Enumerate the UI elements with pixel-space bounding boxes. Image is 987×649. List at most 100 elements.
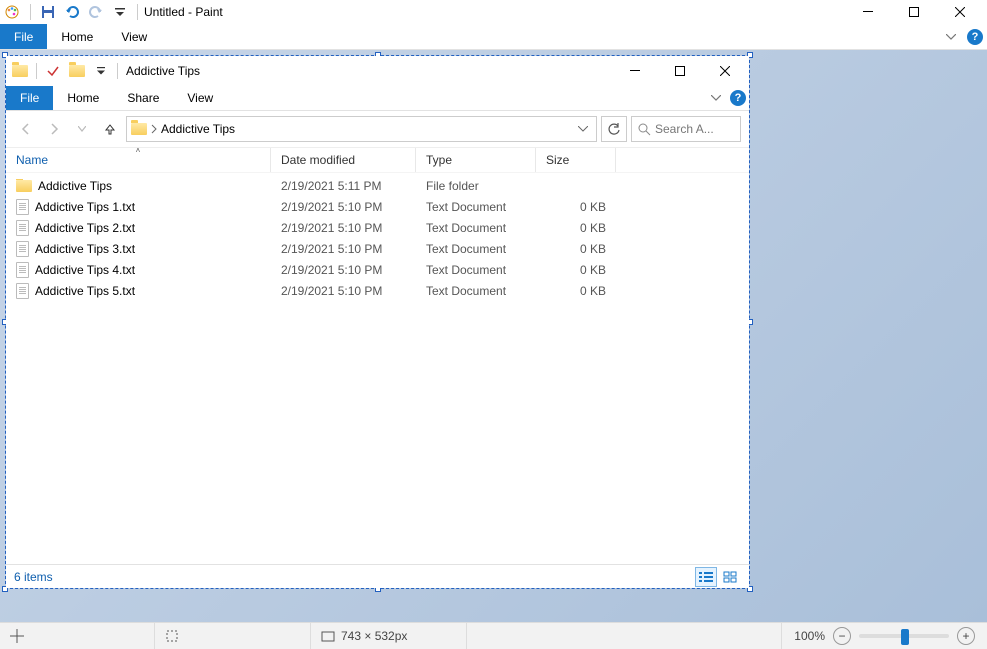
qat-customize-button[interactable]: [109, 1, 131, 23]
explorer-title-bar: Addictive Tips: [6, 56, 749, 86]
file-name: Addictive Tips 1.txt: [35, 200, 135, 214]
refresh-button[interactable]: [601, 116, 627, 142]
file-size: 0 KB: [536, 242, 616, 256]
file-row[interactable]: Addictive Tips 3.txt2/19/2021 5:10 PMTex…: [6, 238, 749, 259]
zoom-slider-thumb[interactable]: [901, 629, 909, 645]
column-header-type[interactable]: Type: [416, 148, 536, 172]
tab-view[interactable]: View: [107, 24, 161, 49]
text-file-icon: [16, 220, 29, 236]
paint-title-bar: Untitled - Paint: [0, 0, 987, 24]
column-header-size[interactable]: Size: [536, 148, 616, 172]
file-row[interactable]: Addictive Tips 5.txt 2/19/2021 5:10 PMTex…: [6, 280, 749, 301]
file-size: [467, 623, 782, 649]
item-count: 6 items: [14, 570, 53, 584]
window-title: Untitled - Paint: [144, 5, 223, 19]
file-name: Addictive Tips 2.txt: [35, 221, 135, 235]
file-row[interactable]: Addictive Tips 4.txt 2/19/2021 5:10 PMTex…: [6, 259, 749, 280]
file-date: 2/19/2021 5:11 PM: [271, 179, 416, 193]
maximize-button[interactable]: [891, 0, 937, 24]
up-button[interactable]: [98, 117, 122, 141]
zoom-slider[interactable]: [859, 634, 949, 638]
file-date: 2/19/2021 5:10 PM: [271, 221, 416, 235]
separator: [30, 4, 31, 20]
qat-customize-button[interactable]: [91, 61, 111, 81]
file-size: 0 KB: [536, 263, 616, 277]
file-date: 2/19/2021 5:10 PM: [271, 242, 416, 256]
selection-icon: [165, 629, 179, 643]
tab-home[interactable]: Home: [53, 86, 113, 110]
separator: [137, 4, 138, 20]
file-type: Text Document: [416, 221, 536, 235]
canvas-size-icon: [321, 629, 335, 643]
search-placeholder: Search A...: [655, 122, 714, 136]
pasted-image-selection[interactable]: Addictive Tips File Home Share View ?: [6, 56, 749, 588]
zoom-controls: 100% − +: [782, 627, 987, 645]
paint-canvas-area[interactable]: Addictive Tips File Home Share View ?: [0, 50, 987, 622]
forward-button[interactable]: [42, 117, 66, 141]
search-input[interactable]: Search A...: [631, 116, 741, 142]
file-row[interactable]: Addictive Tips 1.txt 2/19/2021 5:10 PMTex…: [6, 196, 749, 217]
folder-icon: [16, 180, 32, 192]
text-file-icon: [16, 262, 29, 278]
ribbon-collapse-button[interactable]: [939, 24, 963, 49]
file-size: 0 KB: [536, 200, 616, 214]
recent-locations-button[interactable]: [70, 117, 94, 141]
chevron-right-icon: [151, 124, 157, 134]
tab-file[interactable]: File: [0, 24, 47, 49]
tab-file[interactable]: File: [6, 86, 53, 110]
file-name: Addictive Tips 3.txt: [35, 242, 135, 256]
help-button[interactable]: ?: [963, 24, 987, 49]
canvas-size: 743 × 532px: [311, 623, 467, 649]
details-view-button[interactable]: [695, 567, 717, 587]
maximize-button[interactable]: [657, 57, 702, 85]
folder-icon: [67, 61, 87, 81]
explorer-status-bar: 6 items: [6, 564, 749, 588]
quick-access-toolbar: [37, 1, 131, 23]
help-button[interactable]: ?: [727, 86, 749, 110]
file-row[interactable]: Addictive Tips 2/19/2021 5:11 PMFile fold…: [6, 175, 749, 196]
save-button[interactable]: [37, 1, 59, 23]
file-type: File folder: [416, 179, 536, 193]
file-type: Text Document: [416, 284, 536, 298]
tab-view[interactable]: View: [173, 86, 227, 110]
file-name: Addictive Tips 5.txt: [35, 284, 135, 298]
file-name: Addictive Tips 4.txt: [35, 263, 135, 277]
file-size: 0 KB: [536, 221, 616, 235]
zoom-out-button[interactable]: −: [833, 627, 851, 645]
folder-icon: [131, 123, 147, 135]
address-dropdown-button[interactable]: [574, 126, 592, 132]
file-type: Text Document: [416, 200, 536, 214]
file-list[interactable]: Addictive Tips 2/19/2021 5:11 PMFile fold…: [6, 173, 749, 564]
selection-size: [155, 623, 311, 649]
minimize-button[interactable]: [612, 57, 657, 85]
back-button[interactable]: [14, 117, 38, 141]
explorer-ribbon-tabs: File Home Share View ?: [6, 86, 749, 111]
redo-button[interactable]: [85, 1, 107, 23]
close-button[interactable]: [702, 57, 747, 85]
address-bar[interactable]: Addictive Tips: [126, 116, 597, 142]
address-bar-row: Addictive Tips Search A...: [6, 111, 749, 147]
tab-share[interactable]: Share: [113, 86, 173, 110]
window-controls: [845, 0, 983, 24]
file-type: Text Document: [416, 263, 536, 277]
large-icons-view-button[interactable]: [719, 567, 741, 587]
undo-button[interactable]: [61, 1, 83, 23]
cursor-position: [0, 623, 155, 649]
file-name: Addictive Tips: [38, 179, 112, 193]
file-date: 2/19/2021 5:10 PM: [271, 200, 416, 214]
column-header-date[interactable]: Date modified: [271, 148, 416, 172]
column-header-name[interactable]: Name˄: [6, 148, 271, 172]
close-button[interactable]: [937, 0, 983, 24]
tab-home[interactable]: Home: [47, 24, 107, 49]
pin-qat-icon[interactable]: [43, 61, 63, 81]
column-headers: Name˄ Date modified Type Size: [6, 147, 749, 173]
paint-app-icon: [4, 4, 20, 20]
file-row[interactable]: Addictive Tips 2.txt 2/19/2021 5:10 PMTex…: [6, 217, 749, 238]
ribbon-collapse-button[interactable]: [705, 86, 727, 110]
minimize-button[interactable]: [845, 0, 891, 24]
zoom-in-button[interactable]: +: [957, 627, 975, 645]
file-date: 2/19/2021 5:10 PM: [271, 263, 416, 277]
explorer-title: Addictive Tips: [126, 64, 200, 78]
file-date: 2/19/2021 5:10 PM: [271, 284, 416, 298]
breadcrumb[interactable]: Addictive Tips: [161, 122, 235, 136]
